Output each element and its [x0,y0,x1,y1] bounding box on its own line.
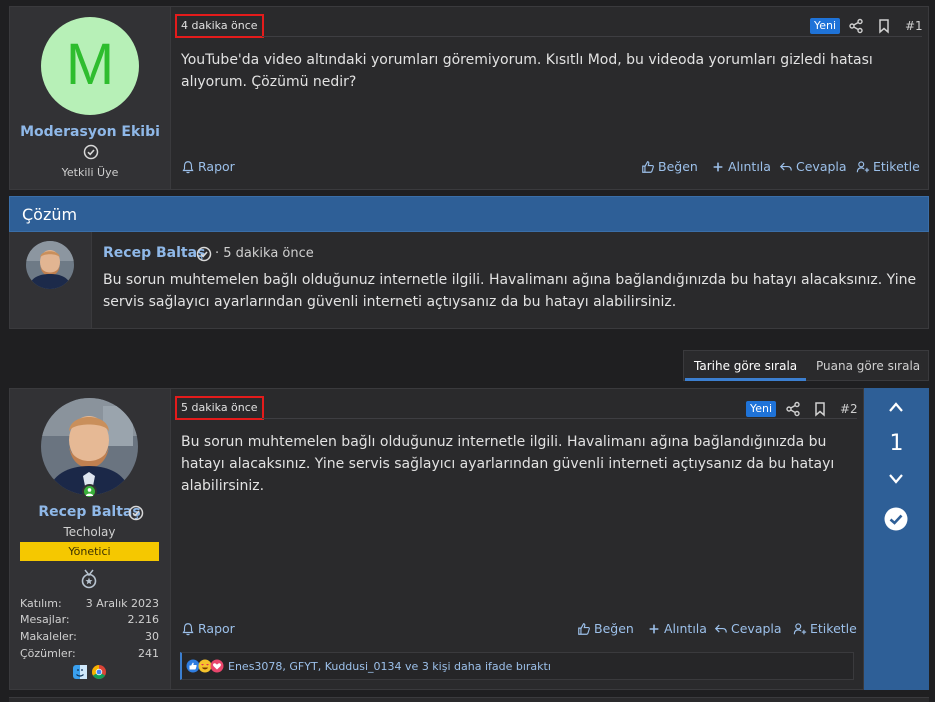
post-1: M Moderasyon Ekibi Yetkili Üye 4 dakika … [9,6,929,190]
bookmark-icon[interactable] [812,401,828,417]
reply-icon [779,162,792,171]
stat-label: Katılım: [20,597,62,610]
reply-label: Cevapla [731,621,782,636]
report-button[interactable]: Rapor [181,621,235,636]
report-button[interactable]: Rapor [181,159,235,174]
upvote-chevron-up-icon[interactable] [888,401,904,413]
stat-joined: Katılım: 3 Aralık 2023 [20,597,159,610]
stat-value[interactable]: 2.216 [128,613,160,626]
reply-label: Cevapla [796,159,847,174]
finder-icon [73,665,87,679]
next-post-edge [9,697,929,702]
user-title: Yetkili Üye [61,166,119,179]
tag-label: Etiketle [873,159,920,174]
stat-label: Makaleler: [20,630,77,643]
stat-articles: Makaleler: 30 [20,630,159,643]
report-label: Rapor [198,159,235,174]
role-badge: Yönetici [20,542,159,561]
reply-button[interactable]: Cevapla [779,159,847,174]
username[interactable]: Moderasyon Ekibi [10,124,170,140]
username[interactable]: Recep Baltaş [9,504,170,520]
stat-value[interactable]: 30 [145,630,159,643]
report-label: Rapor [198,621,235,636]
verified-icon [128,505,144,521]
tab-sort-by-date[interactable]: Tarihe göre sırala [694,359,797,373]
tag-button[interactable]: Etiketle [856,159,920,174]
verified-icon [83,144,99,160]
new-badge: Yeni [810,18,841,34]
avatar[interactable] [41,398,138,495]
solution-header: Çözüm [9,196,929,232]
vote-score: 1 [889,431,904,456]
stat-label: Mesajlar: [20,613,70,626]
user-icon [85,488,94,496]
header-divider [262,36,922,37]
sort-tabs: Tarihe göre sırala Puana göre sırala [683,350,929,381]
solution-body: Recep Baltaş · 5 dakika önce Bu sorun mu… [9,232,929,329]
post-time[interactable]: 4 dakika önce [175,14,264,38]
medal-icon [81,569,97,589]
plus-icon [713,162,723,171]
accepted-solution-check-icon[interactable] [884,507,908,531]
solution-username[interactable]: Recep Baltaş [103,245,205,261]
post-number[interactable]: #1 [905,19,923,33]
like-label: Beğen [658,159,698,174]
reply-icon [714,624,727,633]
thumbs-up-icon [578,622,590,635]
post-1-user-column: M Moderasyon Ekibi Yetkili Üye [10,7,171,189]
solution-content: Bu sorun muhtemelen bağlı olduğunuz inte… [103,272,917,310]
stat-solutions: Çözümler: 241 [20,647,159,660]
bell-icon [182,160,194,173]
like-label: Beğen [594,621,634,636]
bookmark-icon[interactable] [876,18,892,34]
quote-button[interactable]: Alıntıla [711,159,771,174]
post-time[interactable]: 5 dakika önce [175,396,264,420]
user-tag-icon [793,622,807,634]
quote-label: Alıntıla [664,621,707,636]
active-tab-indicator [685,378,806,381]
bell-icon [182,622,194,635]
online-status-badge [82,484,97,499]
avatar[interactable]: M [41,17,139,115]
share-icon[interactable] [785,401,801,417]
solution-time[interactable]: · 5 dakika önce [215,246,314,261]
reactions-bar[interactable]: Enes3078, GFYT, Kuddusi_0134 ve 3 kişi d… [180,652,854,680]
stat-value: 3 Aralık 2023 [85,597,159,610]
reply-button[interactable]: Cevapla [714,621,782,636]
stat-messages: Mesajlar: 2.216 [20,613,159,626]
quote-button[interactable]: Alıntıla [647,621,707,636]
post-number[interactable]: #2 [840,402,858,416]
stat-label: Çözümler: [20,647,76,660]
tag-button[interactable]: Etiketle [793,621,857,636]
like-button[interactable]: Beğen [577,621,634,636]
like-button[interactable]: Beğen [641,159,698,174]
verified-icon [196,246,212,262]
share-icon[interactable] [848,18,864,34]
plus-icon [649,624,659,633]
downvote-chevron-down-icon[interactable] [888,473,904,485]
tag-label: Etiketle [810,621,857,636]
username-text: Recep Baltaş [38,504,141,520]
user-tag-icon [856,160,870,172]
avatar[interactable] [26,241,74,289]
chrome-icon [92,665,106,679]
avatar-letter: M [65,32,115,97]
stat-value[interactable]: 241 [138,647,159,660]
header-divider [262,418,857,419]
reactions-text: Enes3078, GFYT, Kuddusi_0134 ve 3 kişi d… [228,659,551,673]
quote-label: Alıntıla [728,159,771,174]
vote-column: 1 [864,388,929,690]
thumbs-up-icon [642,160,654,173]
user-title: Techolay [63,525,116,539]
post-content: Bu sorun muhtemelen bağlı olduğunuz inte… [181,434,835,494]
post-content: YouTube'da video altındaki yorumları gör… [181,52,873,90]
tab-sort-by-score[interactable]: Puana göre sırala [816,359,920,373]
new-badge: Yeni [746,401,777,417]
heart-reaction-icon [210,659,224,673]
